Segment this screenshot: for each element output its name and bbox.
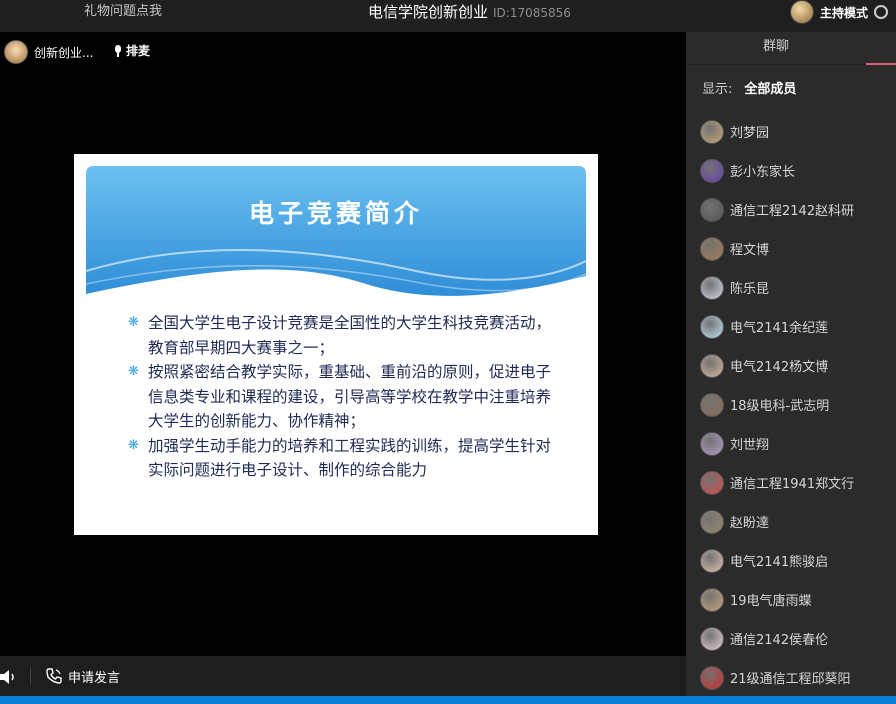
member-item[interactable]: 程文博: [700, 229, 890, 268]
top-bar: 礼物问题点我 电信学院创新创业 ID:17085856 主持模式: [0, 0, 896, 33]
speaker-volume-icon[interactable]: [0, 668, 18, 686]
slide-bullet-text: 全国大学生电子设计竞赛是全国性的大学生科技竞赛活动，教育部早期四大赛事之一；: [148, 314, 552, 357]
room-id: ID:17085856: [493, 6, 571, 20]
member-name: 赵盼達: [730, 516, 770, 531]
member-name: 21级通信工程邱葵阳: [730, 672, 851, 687]
member-avatar: [700, 626, 724, 651]
bullet-marker-icon: ❋: [128, 315, 139, 330]
bottom-control-bar: 申请发言: [0, 656, 686, 696]
sidebar-tabs: 群聊: [686, 32, 896, 65]
host-mode-area[interactable]: 主持模式: [789, 0, 888, 24]
presenter-avatar: [4, 40, 28, 64]
member-item[interactable]: 通信工程1941郑文行: [700, 463, 890, 502]
slide-header-wave: [86, 166, 586, 296]
member-name: 通信2142侯春伦: [730, 633, 829, 648]
member-item[interactable]: 刘梦园: [700, 112, 890, 151]
member-avatar: [700, 314, 724, 339]
member-name: 陈乐昆: [730, 282, 770, 297]
presenter-name: 创新创业...: [34, 45, 94, 60]
slide-bullet: ❋ 加强学生动手能力的培养和工程实践的训练，提高学生针对实际问题进行电子设计、制…: [128, 434, 558, 483]
filter-label: 显示:: [702, 82, 733, 97]
member-item[interactable]: 21级通信工程邱葵阳: [700, 658, 890, 697]
phone-icon: [46, 668, 62, 684]
queue-label: 排麦: [126, 44, 151, 58]
member-avatar: [700, 197, 724, 222]
slide-bullets: ❋ 全国大学生电子设计竞赛是全国性的大学生科技竞赛活动，教育部早期四大赛事之一；…: [128, 311, 558, 483]
settings-ring-icon[interactable]: [874, 5, 888, 19]
member-name: 刘世翔: [730, 438, 770, 453]
presenter-info[interactable]: 创新创业...: [4, 40, 93, 64]
slide-bullet-text: 加强学生动手能力的培养和工程实践的训练，提高学生针对实际问题进行电子设计、制作的…: [148, 436, 552, 480]
member-avatar: [700, 431, 724, 456]
tab-group-chat[interactable]: 群聊: [686, 32, 866, 62]
room-title: 电信学院创新创业: [368, 3, 489, 21]
member-avatar: [700, 665, 724, 690]
member-item[interactable]: 赵盼達: [700, 502, 890, 541]
member-item[interactable]: 电气2141余纪莲: [700, 307, 890, 346]
member-avatar: [700, 509, 724, 534]
slide-title: 电子竞赛简介: [248, 199, 423, 228]
presentation-slide: 电子竞赛简介 ❋ 全国大学生电子设计竞赛是全国性的大学生科技竞赛活动，教育部早期…: [74, 154, 598, 535]
member-avatar: [700, 275, 724, 300]
member-name: 刘梦园: [730, 126, 770, 141]
member-item[interactable]: 陈乐昆: [700, 268, 890, 307]
tab-active-indicator: [866, 63, 896, 65]
member-item[interactable]: 彭小东家长: [700, 151, 890, 190]
member-name: 电气2141余纪莲: [730, 321, 829, 336]
apply-speak-button[interactable]: 申请发言: [46, 656, 120, 696]
member-name: 18级电科-武志明: [730, 399, 830, 414]
host-avatar: [789, 0, 814, 24]
slide-bullet: ❋ 全国大学生电子设计竞赛是全国性的大学生科技竞赛活动，教育部早期四大赛事之一；: [128, 311, 558, 360]
member-name: 通信工程2142赵科研: [730, 204, 855, 219]
bullet-marker-icon: ❋: [128, 364, 139, 379]
member-avatar: [700, 392, 724, 417]
apply-speak-label: 申请发言: [68, 670, 121, 686]
gift-help-link[interactable]: 礼物问题点我: [84, 0, 162, 24]
member-item[interactable]: 通信2142侯春伦: [700, 619, 890, 658]
member-filter[interactable]: 显示: 全部成员: [702, 78, 796, 97]
member-list: 刘梦园彭小东家长通信工程2142赵科研 程文博陈乐昆电气2141余纪莲 电气2142…: [700, 112, 890, 697]
host-mode-label: 主持模式: [819, 5, 868, 20]
slide-bullet-text: 按照紧密结合教学实际，重基础、重前沿的原则，促进电子信息类专业和课程的建设，引导…: [148, 363, 552, 430]
member-item[interactable]: 电气2141熊骏启: [700, 541, 890, 580]
member-name: 19电气唐雨蝶: [730, 594, 812, 609]
bottom-accent-strip: [0, 696, 896, 704]
stage-area: 创新创业... 排麦 电子竞赛简介 ❋ 全国大学生电子设计竞赛是全国性的大学生科…: [0, 32, 686, 656]
chat-sidebar: 群聊 显示: 全部成员 刘梦园彭小东家长通信工程2142赵科研 程文博陈乐昆电气2…: [686, 32, 896, 696]
member-avatar: [700, 236, 724, 261]
member-name: 彭小东家长: [730, 165, 796, 180]
member-item[interactable]: 18级电科-武志明: [700, 385, 890, 424]
member-name: 电气2142杨文博: [730, 360, 829, 375]
queue-button[interactable]: 排麦: [114, 42, 150, 59]
member-avatar: [700, 548, 724, 573]
member-name: 通信工程1941郑文行: [730, 477, 855, 492]
member-avatar: [700, 119, 724, 144]
member-avatar: [700, 587, 724, 612]
member-avatar: [700, 158, 724, 183]
toolbar-divider: [30, 668, 31, 684]
member-item[interactable]: 19电气唐雨蝶: [700, 580, 890, 619]
member-item[interactable]: 刘世翔: [700, 424, 890, 463]
filter-value: 全部成员: [744, 82, 797, 97]
member-avatar: [700, 470, 724, 495]
member-avatar: [700, 353, 724, 378]
bullet-marker-icon: ❋: [128, 437, 139, 453]
member-item[interactable]: 电气2142杨文博: [700, 346, 890, 385]
room-title-area: 电信学院创新创业 ID:17085856: [368, 0, 571, 25]
member-name: 电气2141熊骏启: [730, 555, 829, 570]
member-name: 程文博: [730, 243, 770, 258]
microphone-icon: [114, 44, 122, 57]
member-item[interactable]: 通信工程2142赵科研: [700, 190, 890, 229]
slide-bullet: ❋ 按照紧密结合教学实际，重基础、重前沿的原则，促进电子信息类专业和课程的建设，…: [128, 360, 558, 434]
